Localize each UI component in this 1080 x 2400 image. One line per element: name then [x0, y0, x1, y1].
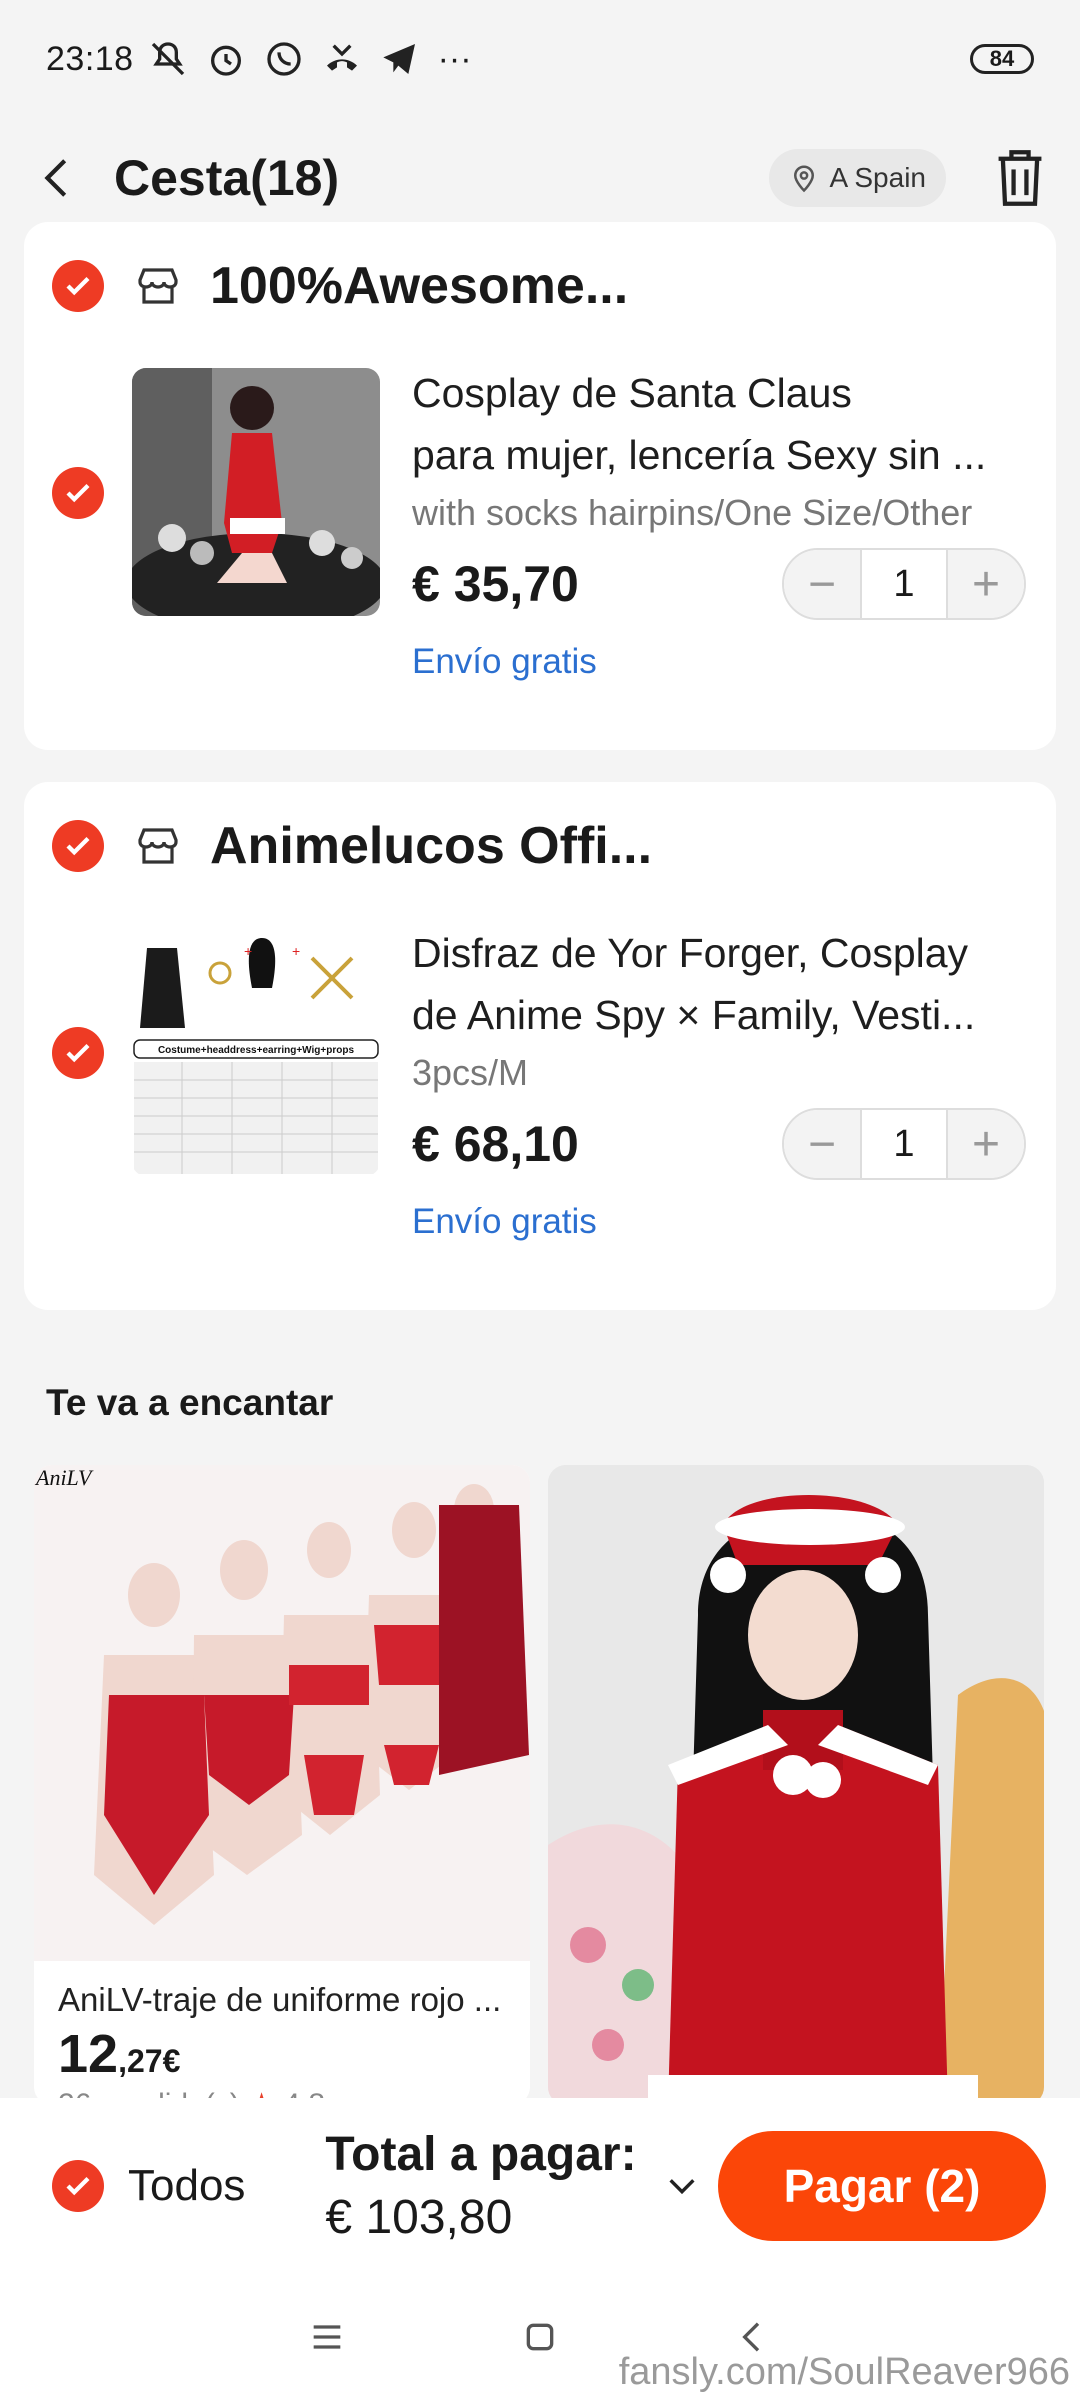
recommendations-title: Te va a encantar: [46, 1382, 334, 1423]
status-bar: 23:18 ··· 84: [0, 0, 1080, 118]
store-checkbox[interactable]: [52, 820, 104, 872]
price-row: € 35,70 − 1 +: [412, 548, 1032, 620]
missed-call-icon: [326, 44, 357, 71]
location-selector[interactable]: A Spain: [769, 149, 946, 207]
shipping-label: Envío gratis: [412, 1202, 597, 1241]
price-row: € 68,10 − 1 +: [412, 1108, 1032, 1180]
store-icon: [138, 828, 178, 864]
store-name[interactable]: Animelucos Offi...: [210, 816, 652, 876]
location-pin-icon: [794, 165, 815, 193]
checkmark-icon: [66, 836, 90, 856]
location-label: A Spain: [829, 162, 926, 193]
product-title-line2: de Anime Spy × Family, Vesti...: [412, 992, 976, 1038]
store-icon: [138, 268, 178, 304]
chevron-down-icon[interactable]: [665, 2169, 699, 2203]
quantity-value[interactable]: 1: [860, 550, 948, 618]
product-title[interactable]: Disfraz de Yor Forger, Cosplay de Anime …: [412, 922, 1032, 1046]
alarm-icon: [210, 45, 241, 76]
product-image[interactable]: + + Costume+headdress+earring+Wig+props: [132, 928, 380, 1176]
select-all-checkbox[interactable]: [52, 2160, 104, 2212]
product-info: Cosplay de Santa Claus para mujer, lence…: [412, 362, 1032, 682]
price-decimal: ,27€: [118, 2043, 181, 2079]
svg-text:+: +: [292, 943, 300, 959]
checkmark-icon: [66, 1043, 90, 1063]
recommendation-price: 12,27€: [34, 2019, 530, 2085]
product-title-line1: Cosplay de Santa Claus: [412, 370, 852, 416]
back-arrow-icon[interactable]: [34, 155, 80, 201]
product-info: Disfraz de Yor Forger, Cosplay de Anime …: [412, 922, 1032, 1242]
decrease-quantity-button[interactable]: −: [784, 550, 860, 618]
quantity-stepper: − 1 +: [782, 548, 1026, 620]
more-notifications: ···: [437, 39, 472, 78]
product-price: € 35,70: [412, 556, 579, 612]
increase-quantity-button[interactable]: +: [948, 1110, 1024, 1178]
shipping-label: Envío gratis: [412, 642, 597, 681]
total-amount: € 103,80: [325, 2191, 513, 2244]
item-checkbox[interactable]: [52, 1027, 104, 1079]
recommendation-card[interactable]: [548, 1465, 1044, 2105]
trash-icon[interactable]: [994, 148, 1046, 208]
price-integer: 12: [58, 2024, 119, 2084]
product-variant[interactable]: 3pcs/M: [412, 1052, 1032, 1094]
quantity-value[interactable]: 1: [860, 1110, 948, 1178]
product-title-line2: para mujer, lencería Sexy sin ...: [412, 432, 987, 478]
menu-icon[interactable]: [307, 2317, 347, 2357]
store-card: Animelucos Offi... + + Costume+headdress…: [24, 782, 1056, 1310]
select-all-label[interactable]: Todos: [128, 2161, 245, 2211]
status-time: 23:18: [46, 39, 134, 78]
quantity-stepper: − 1 +: [782, 1108, 1026, 1180]
status-right: 84: [934, 44, 1034, 74]
battery-indicator: 84: [970, 44, 1034, 74]
product-image[interactable]: [132, 368, 380, 616]
recommendation-brand: AniLV: [34, 1465, 94, 1490]
product-variant[interactable]: with socks hairpins/One Size/Other: [412, 492, 1032, 534]
checkmark-icon: [66, 483, 90, 503]
status-icons: ···: [148, 39, 472, 79]
recommendation-card[interactable]: AniLV AniLV-traje de uniforme rojo ... 1…: [34, 1465, 530, 2105]
recommendation-name: AniLV-traje de uniforme rojo ...: [58, 1981, 502, 2018]
watermark-text: fansly.com/SoulReaver966: [618, 2351, 1070, 2393]
increase-quantity-button[interactable]: +: [948, 550, 1024, 618]
product-title-line1: Disfraz de Yor Forger, Cosplay: [412, 930, 969, 976]
store-checkbox[interactable]: [52, 260, 104, 312]
checkmark-icon: [66, 2176, 90, 2196]
decrease-quantity-button[interactable]: −: [784, 1110, 860, 1178]
store-name[interactable]: 100%Awesome...: [210, 256, 628, 316]
pay-button[interactable]: Pagar (2): [718, 2131, 1046, 2241]
product-price: € 68,10: [412, 1116, 579, 1172]
page-title: Cesta(18): [114, 150, 340, 206]
telegram-icon: [382, 44, 415, 74]
recommendation-image[interactable]: AniLV: [34, 1465, 530, 1961]
home-icon[interactable]: [520, 2317, 560, 2357]
total-label: Total a pagar:: [325, 2128, 637, 2181]
whatsapp-icon: [266, 42, 301, 76]
page-header: Cesta(18) A Spain: [0, 118, 1080, 238]
checkmark-icon: [66, 276, 90, 296]
total-summary[interactable]: Total a pagar: € 103,80: [325, 2127, 636, 2245]
item-checkbox[interactable]: [52, 467, 104, 519]
recommendation-image[interactable]: [548, 1465, 1044, 2105]
product-title[interactable]: Cosplay de Santa Claus para mujer, lence…: [412, 362, 1032, 486]
mute-icon: [151, 42, 184, 76]
svg-text:+: +: [244, 943, 252, 959]
store-header: Animelucos Offi...: [52, 806, 652, 886]
store-card: 100%Awesome... Cosplay de Santa Claus pa…: [24, 222, 1056, 750]
store-header: 100%Awesome...: [52, 246, 628, 326]
product-image-caption: Costume+headdress+earring+Wig+props: [158, 1045, 355, 1056]
checkout-bar: Todos Total a pagar: € 103,80 Pagar (2): [0, 2098, 1080, 2274]
